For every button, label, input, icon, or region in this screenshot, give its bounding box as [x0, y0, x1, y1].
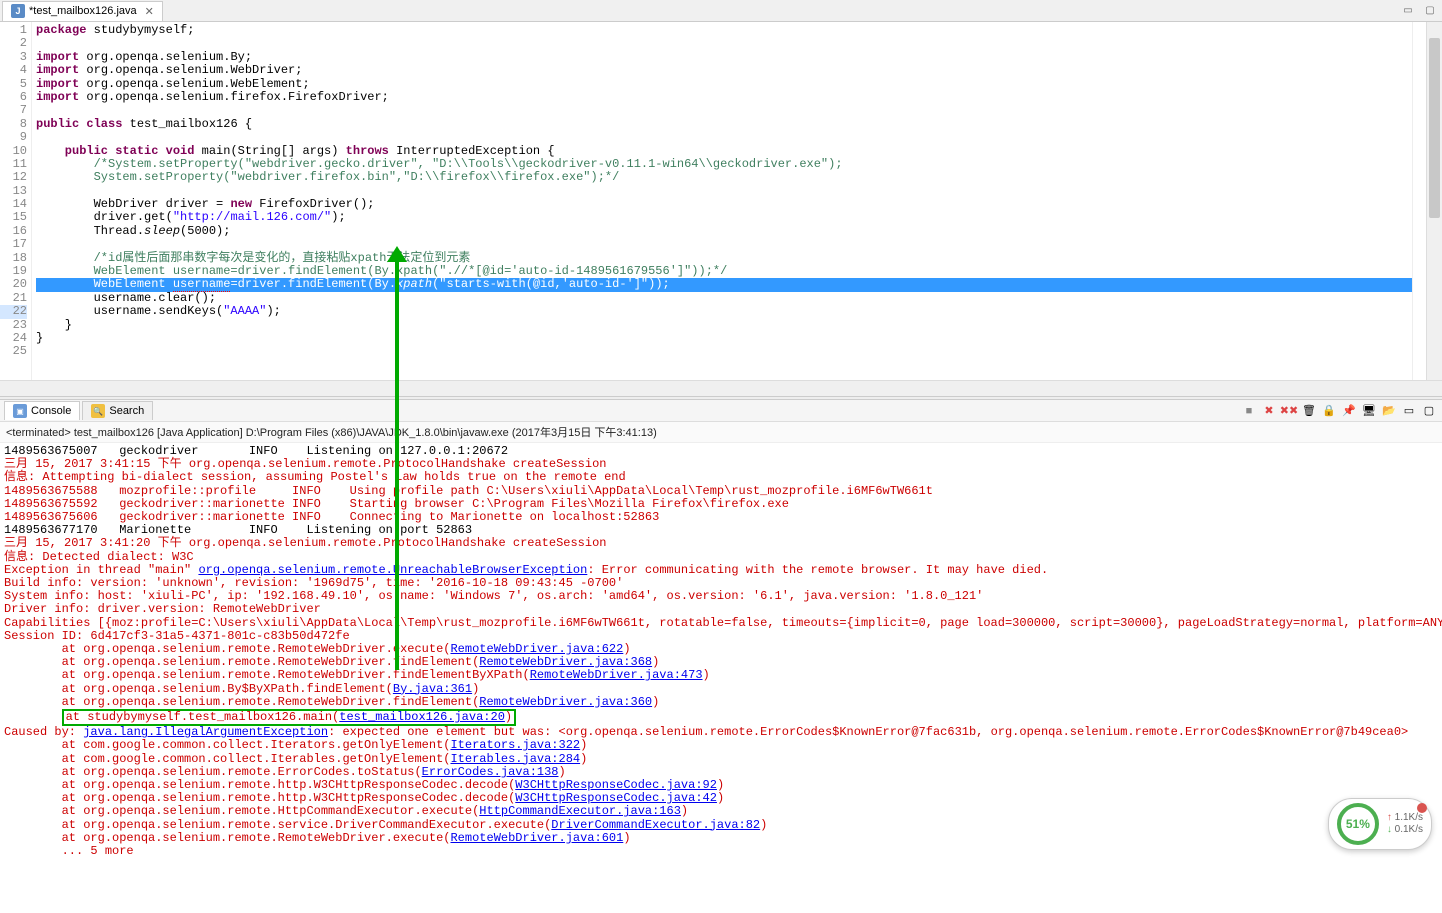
percent-circle: 51%	[1337, 803, 1379, 845]
close-icon[interactable]: ✕	[145, 5, 154, 18]
console-status: <terminated> test_mailbox126 [Java Appli…	[0, 422, 1442, 443]
overview-ruler	[1412, 22, 1426, 380]
upload-speed: 1.1K/s	[1387, 812, 1423, 824]
editor-tab-bar: J *test_mailbox126.java ✕ ▭ ▢	[0, 0, 1442, 22]
maximize-icon[interactable]: ▢	[1420, 2, 1440, 18]
notification-dot[interactable]	[1417, 803, 1427, 813]
scroll-lock-icon[interactable]: 🔒	[1320, 402, 1338, 420]
tab-search[interactable]: 🔍 Search	[82, 401, 153, 420]
display-console-icon[interactable]: 🖥	[1360, 402, 1378, 420]
remove-launch-icon[interactable]: ✖	[1260, 402, 1278, 420]
max-icon[interactable]: ▢	[1420, 402, 1438, 420]
java-file-icon: J	[11, 4, 25, 18]
clear-console-icon[interactable]: 🗑	[1300, 402, 1318, 420]
console-header: ▣ Console 🔍 Search ■ ✖ ✖✖ 🗑 🔒 📌 🖥 📂 ▭ ▢	[0, 400, 1442, 422]
search-icon: 🔍	[91, 404, 105, 418]
tab-search-label: Search	[109, 405, 144, 417]
console-output[interactable]: 1489563675007 geckodriver INFO Listening…	[0, 443, 1442, 913]
line-gutter: 1234567891011121314151617181920212223242…	[0, 22, 32, 380]
speed-readout: 1.1K/s 0.1K/s	[1387, 812, 1423, 836]
pin-console-icon[interactable]: 📌	[1340, 402, 1358, 420]
open-console-icon[interactable]: 📂	[1380, 402, 1398, 420]
tab-filename: *test_mailbox126.java	[29, 5, 137, 17]
horizontal-scrollbar[interactable]	[0, 380, 1442, 396]
vertical-scrollbar[interactable]	[1426, 22, 1442, 380]
editor-tab[interactable]: J *test_mailbox126.java ✕	[2, 1, 163, 21]
tab-console-label: Console	[31, 405, 71, 417]
scrollbar-thumb[interactable]	[1429, 38, 1440, 218]
editor-controls: ▭ ▢	[1396, 0, 1442, 20]
download-speed: 0.1K/s	[1387, 824, 1423, 836]
min-icon[interactable]: ▭	[1400, 402, 1418, 420]
console-icon: ▣	[13, 404, 27, 418]
tab-console[interactable]: ▣ Console	[4, 401, 80, 420]
remove-all-icon[interactable]: ✖✖	[1280, 402, 1298, 420]
minimize-icon[interactable]: ▭	[1398, 2, 1418, 18]
terminate-icon[interactable]: ■	[1240, 402, 1258, 420]
code-body[interactable]: package studybymyself;import org.openqa.…	[32, 22, 1412, 380]
console-toolbar: ■ ✖ ✖✖ 🗑 🔒 📌 🖥 📂 ▭ ▢	[1240, 402, 1438, 420]
code-editor[interactable]: 1234567891011121314151617181920212223242…	[0, 22, 1442, 380]
network-widget[interactable]: 51% 1.1K/s 0.1K/s	[1328, 798, 1432, 850]
